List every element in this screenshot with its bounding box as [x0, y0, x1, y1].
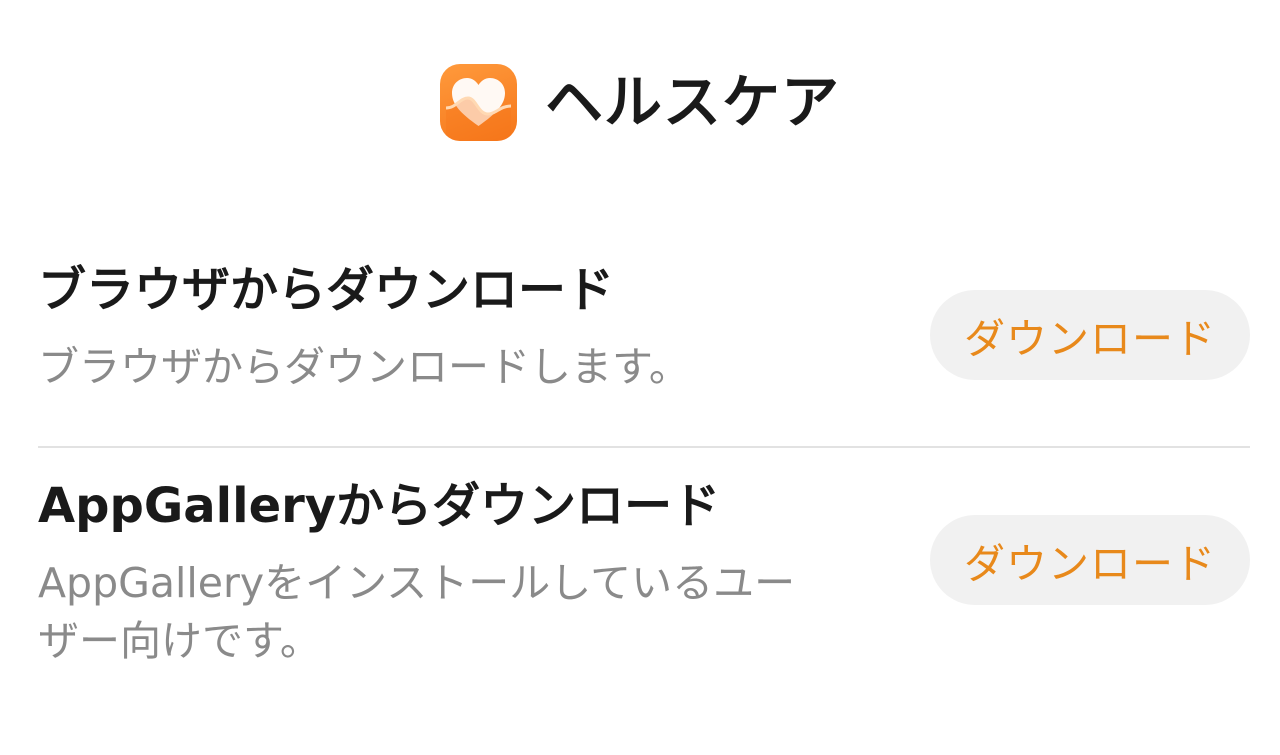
health-heart-icon: [439, 63, 517, 141]
app-header: ヘルスケア: [0, 62, 1280, 142]
download-option-appgallery: AppGalleryからダウンロード AppGalleryをインストールしている…: [38, 478, 1250, 708]
option-description: AppGalleryをインストールしているユーザー向けです。: [38, 558, 796, 665]
divider: [38, 446, 1250, 448]
download-appgallery-button[interactable]: ダウンロード: [930, 515, 1250, 605]
option-description: ブラウザからダウンロードします。: [38, 342, 690, 391]
download-page: ヘルスケア ブラウザからダウンロード ブラウザからダウンロードします。 ダウンロ…: [0, 0, 1280, 755]
download-option-browser: ブラウザからダウンロード ブラウザからダウンロードします。 ダウンロード: [38, 262, 1250, 446]
download-browser-button[interactable]: ダウンロード: [930, 290, 1250, 380]
app-title: ヘルスケア: [544, 68, 840, 136]
app-header-inner: ヘルスケア: [439, 63, 840, 141]
heart-icon-graphic: [445, 77, 512, 141]
